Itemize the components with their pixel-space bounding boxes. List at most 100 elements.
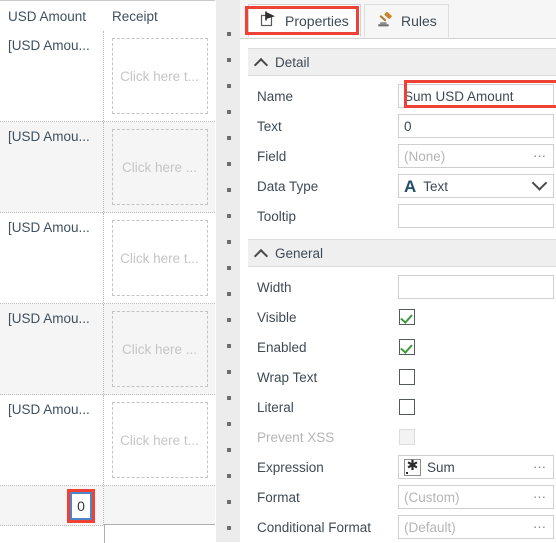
sum-usd-amount-control[interactable]: 0 xyxy=(70,491,92,520)
text-input[interactable]: 0 xyxy=(398,114,554,138)
label-data-type: Data Type xyxy=(257,178,319,194)
splitter-dot xyxy=(227,240,231,244)
cell-receipt[interactable]: Click here ... xyxy=(104,304,215,394)
table-row[interactable]: [USD Amou... Click here t... xyxy=(0,213,215,304)
cell-receipt[interactable]: Click here ... xyxy=(104,122,215,212)
format-picker[interactable]: (Custom) ⋯ xyxy=(398,485,554,509)
pane-splitter[interactable] xyxy=(215,0,241,542)
splitter-dot xyxy=(227,526,231,530)
chevron-down-icon[interactable] xyxy=(531,175,548,191)
tab-rules[interactable]: Rules xyxy=(364,4,449,37)
property-row-expression: Expression ✱ Sum ⋯ xyxy=(248,452,556,482)
table-row[interactable]: [USD Amou... Click here ... xyxy=(0,122,215,213)
grid-designer-pane: USD Amount Receipt [USD Amou... Click he… xyxy=(0,0,215,543)
conditional-format-ellipsis-button[interactable]: ⋯ xyxy=(533,521,547,534)
field-picker-value: (None) xyxy=(404,148,446,164)
column-header-usd-amount[interactable]: USD Amount xyxy=(8,2,86,31)
splitter-dot xyxy=(227,136,231,140)
prevent-xss-checkbox xyxy=(399,429,415,445)
splitter-dot xyxy=(227,500,231,504)
footer-cell-usd-amount[interactable]: 0 xyxy=(0,486,104,525)
field-picker-ellipsis-button[interactable]: ⋯ xyxy=(533,150,547,163)
tab-properties[interactable]: Properties xyxy=(248,4,361,37)
label-text: Text xyxy=(257,118,282,134)
splitter-dot xyxy=(227,266,231,270)
wrap-text-checkbox[interactable] xyxy=(399,369,415,385)
footer-cell-receipt[interactable] xyxy=(104,486,215,525)
property-row-field: Field (None) ⋯ xyxy=(248,141,556,171)
table-row[interactable]: [USD Amou... Click here t... xyxy=(0,395,215,486)
expression-icon: ✱ xyxy=(404,458,421,476)
cell-receipt[interactable]: Click here t... xyxy=(104,213,215,303)
grid-body: [USD Amou... Click here t... [USD Amou..… xyxy=(0,31,215,526)
cell-usd-amount[interactable]: [USD Amou... xyxy=(0,31,104,121)
data-type-select[interactable]: A Text xyxy=(398,174,554,198)
cell-receipt[interactable]: Click here t... xyxy=(104,395,215,485)
property-row-width: Width xyxy=(248,272,556,302)
data-type-value: Text xyxy=(423,178,449,194)
cell-usd-amount[interactable]: [USD Amou... xyxy=(0,122,104,212)
splitter-dot xyxy=(227,214,231,218)
property-row-visible: Visible xyxy=(248,302,556,332)
splitter-dot xyxy=(227,474,231,478)
format-ellipsis-button[interactable]: ⋯ xyxy=(533,491,547,504)
label-expression: Expression xyxy=(257,459,324,475)
property-row-tooltip: Tooltip xyxy=(248,201,556,231)
expression-ellipsis-button[interactable]: ⋯ xyxy=(533,461,547,474)
splitter-dot xyxy=(227,188,231,192)
tooltip-input[interactable] xyxy=(398,204,554,228)
cell-usd-amount[interactable]: [USD Amou... xyxy=(0,304,104,394)
width-input[interactable] xyxy=(398,275,554,299)
splitter-dot xyxy=(227,110,231,114)
splitter-dot xyxy=(227,58,231,62)
splitter-dot xyxy=(227,292,231,296)
property-row-data-type: Data Type A Text xyxy=(248,171,556,201)
gavel-icon xyxy=(376,11,394,31)
property-row-prevent-xss: Prevent XSS xyxy=(248,422,556,452)
tab-properties-label: Properties xyxy=(285,12,349,29)
tabstrip: Properties Rules xyxy=(240,0,556,39)
property-row-wrap-text: Wrap Text xyxy=(248,362,556,392)
letter-a-icon: A xyxy=(404,176,417,196)
expression-value: Sum xyxy=(427,459,455,475)
section-title-detail: Detail xyxy=(275,54,310,70)
format-value: (Custom) xyxy=(404,489,460,505)
cell-usd-amount[interactable]: [USD Amou... xyxy=(0,213,104,303)
label-literal: Literal xyxy=(257,399,294,415)
properties-pane: Properties Rules Detail Name Sum USD Amo… xyxy=(240,0,556,542)
splitter-dot xyxy=(227,370,231,374)
splitter-dot xyxy=(227,84,231,88)
properties-icon xyxy=(260,11,278,30)
enabled-checkbox[interactable] xyxy=(399,339,415,355)
receipt-dropzone[interactable]: Click here t... xyxy=(111,38,208,114)
receipt-dropzone[interactable]: Click here t... xyxy=(111,220,208,296)
table-row[interactable]: [USD Amou... Click here ... xyxy=(0,304,215,395)
splitter-dot xyxy=(227,162,231,166)
property-row-format: Format (Custom) ⋯ xyxy=(248,482,556,512)
expression-picker[interactable]: ✱ Sum ⋯ xyxy=(398,455,554,479)
label-conditional-format: Conditional Format xyxy=(257,519,372,535)
literal-checkbox[interactable] xyxy=(399,399,415,415)
receipt-dropzone[interactable]: Click here ... xyxy=(111,311,208,387)
cell-usd-amount[interactable]: [USD Amou... xyxy=(0,395,104,485)
chevron-up-icon xyxy=(256,57,267,68)
conditional-format-value: (Default) xyxy=(404,519,456,535)
property-row-conditional-format: Conditional Format (Default) ⋯ xyxy=(248,512,556,542)
table-row[interactable]: [USD Amou... Click here t... xyxy=(0,31,215,122)
section-header-detail[interactable]: Detail xyxy=(248,48,556,76)
visible-checkbox[interactable] xyxy=(399,309,415,325)
receipt-dropzone[interactable]: Click here ... xyxy=(111,129,208,205)
name-input[interactable]: Sum USD Amount xyxy=(398,84,554,108)
column-header-receipt[interactable]: Receipt xyxy=(112,2,158,31)
cell-receipt[interactable]: Click here t... xyxy=(104,31,215,121)
label-width: Width xyxy=(257,279,292,295)
tab-rules-label: Rules xyxy=(401,13,437,29)
receipt-dropzone[interactable]: Click here t... xyxy=(111,402,208,478)
field-picker[interactable]: (None) ⋯ xyxy=(398,144,554,168)
section-header-general[interactable]: General xyxy=(248,239,556,267)
conditional-format-picker[interactable]: (Default) ⋯ xyxy=(398,515,554,539)
grid-header-row: USD Amount Receipt xyxy=(0,2,215,31)
sum-cell-highlight: 0 xyxy=(67,488,95,523)
label-name: Name xyxy=(257,88,294,104)
label-tooltip: Tooltip xyxy=(257,208,297,224)
